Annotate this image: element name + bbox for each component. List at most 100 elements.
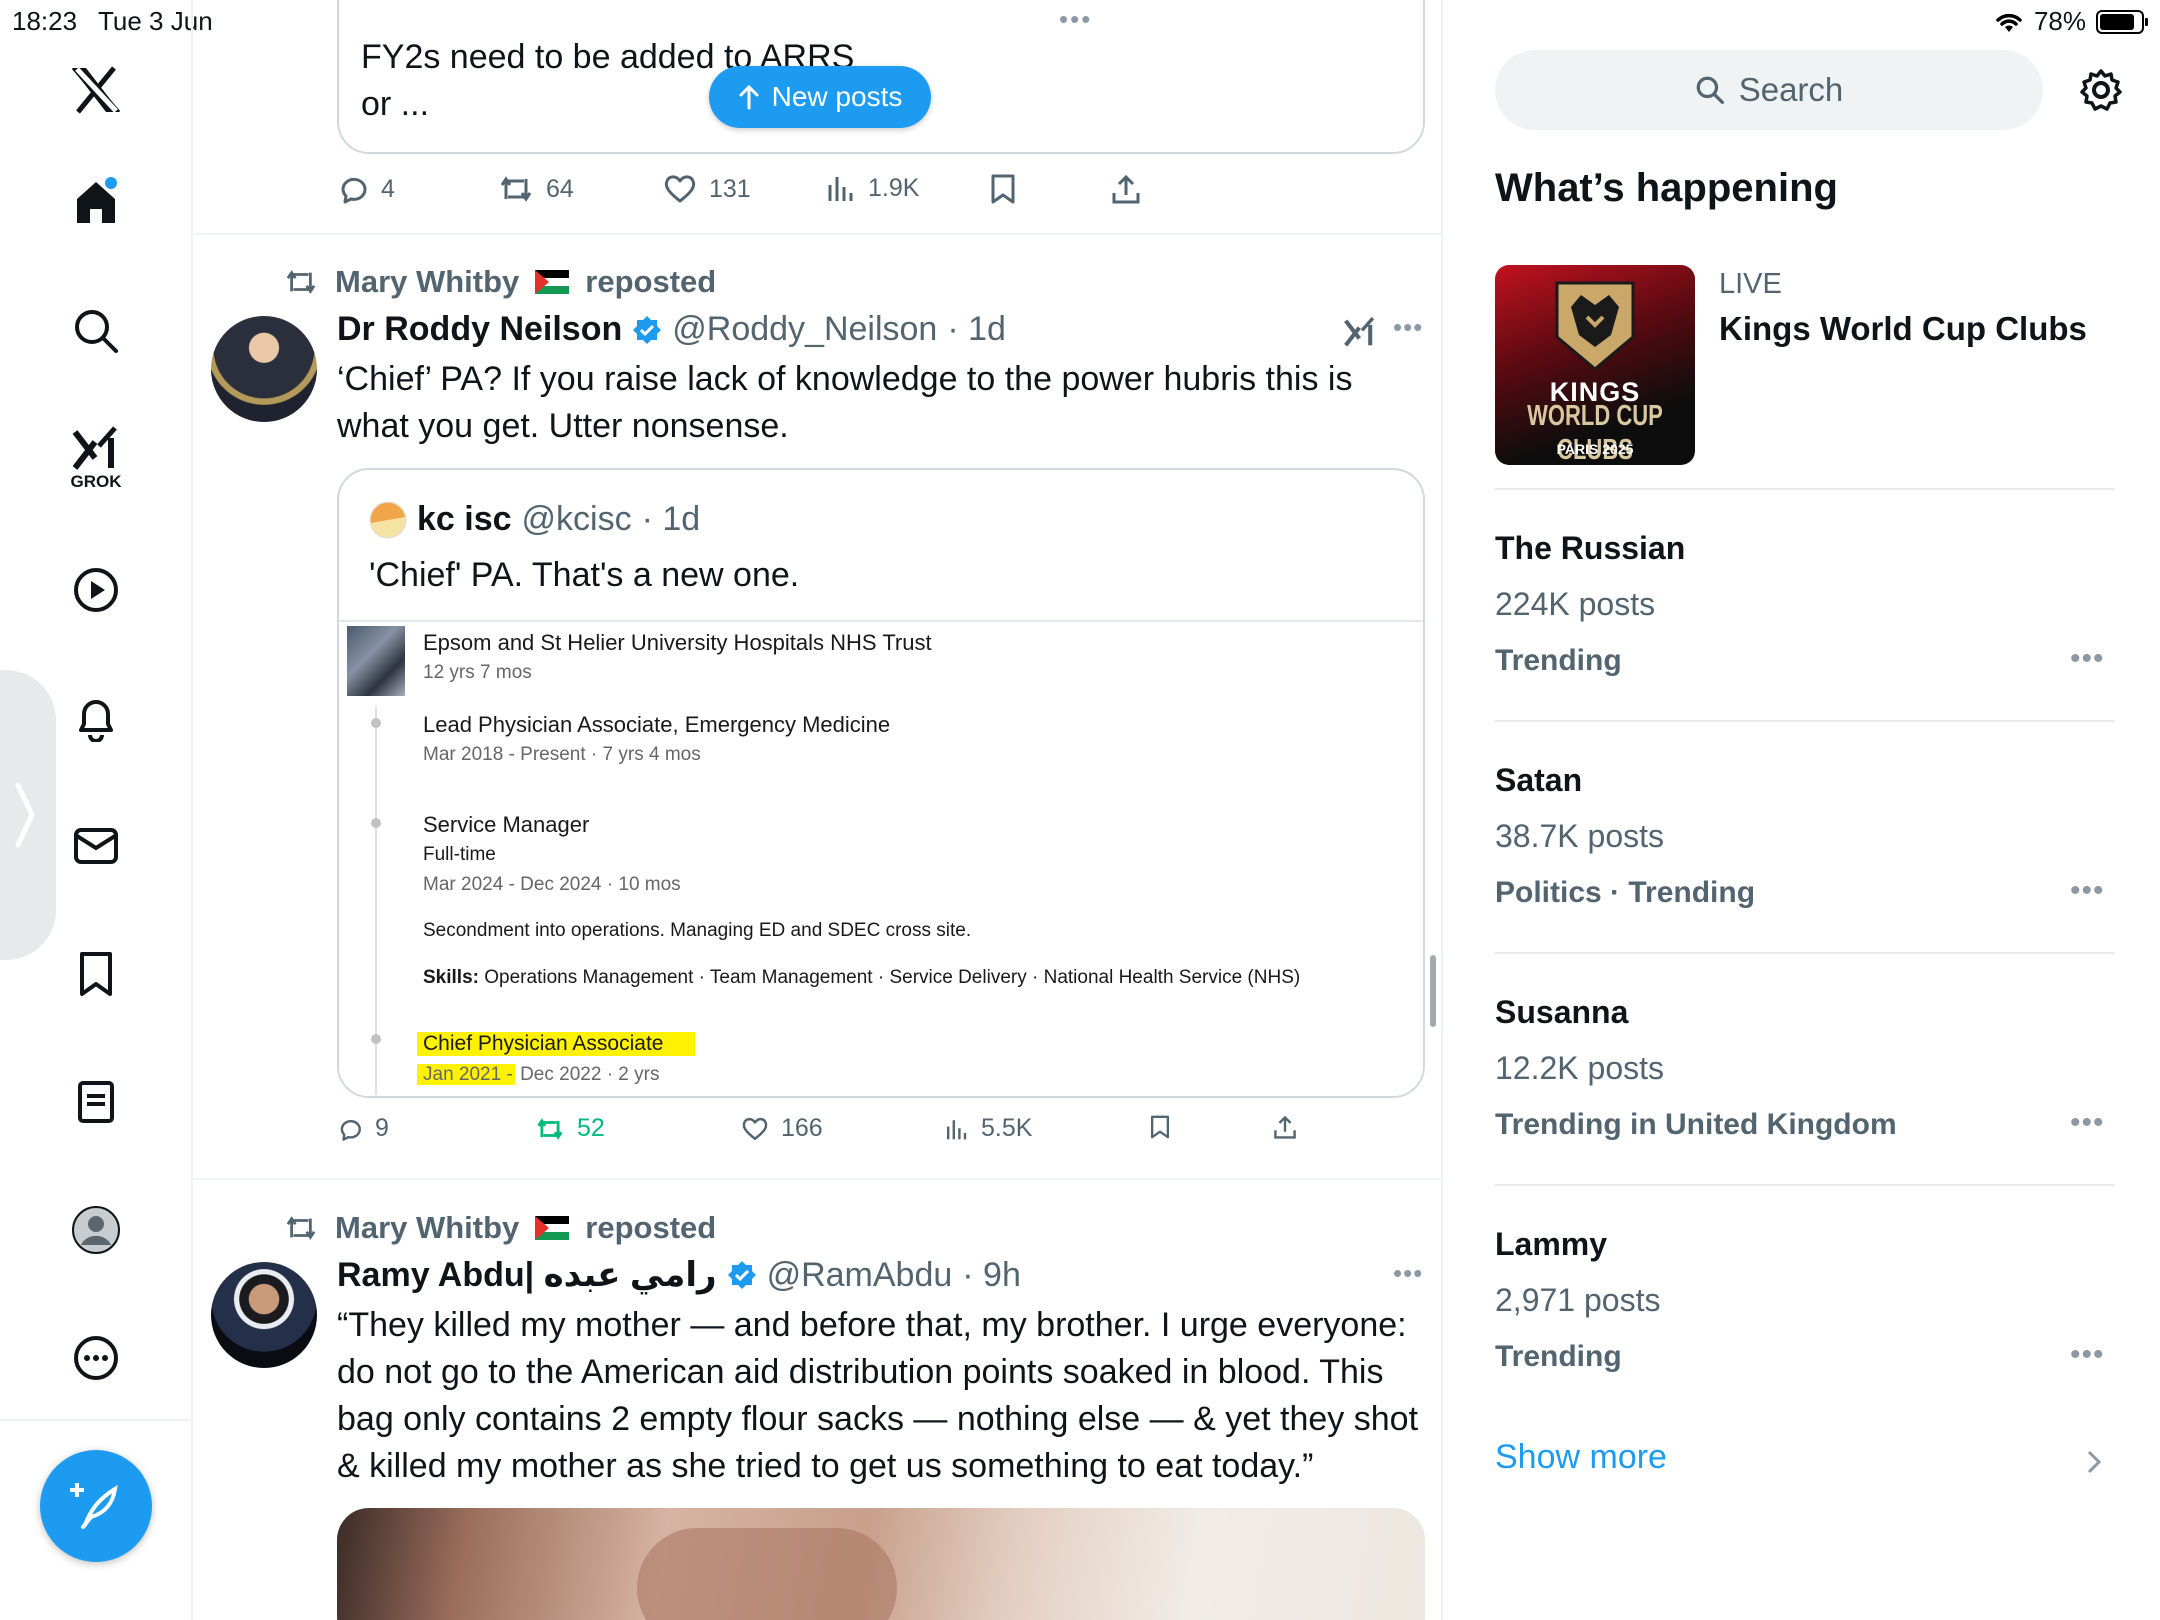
role2-title: Service Manager [423, 812, 590, 837]
trend-post-count: 38.7K posts [1495, 818, 1664, 854]
repost-button[interactable]: 64 [498, 173, 574, 205]
timeline-dot [371, 718, 381, 728]
compose-button[interactable] [40, 1450, 152, 1562]
bookmark-icon [1150, 1115, 1170, 1139]
kings-crown-logo [1555, 281, 1635, 371]
compose-icon [70, 1483, 118, 1529]
profile-icon [72, 1206, 120, 1254]
search-input[interactable]: Search [1495, 50, 2043, 130]
nav-lists[interactable] [56, 1062, 136, 1142]
like-button[interactable]: 131 [663, 173, 751, 205]
quote-image-linkedin-screenshot[interactable]: Epsom and St Helier University Hospitals… [339, 620, 1423, 1096]
share-button[interactable] [1111, 173, 1141, 205]
views-button[interactable]: 1.9K [826, 173, 919, 203]
trend-item[interactable]: Susanna 12.2K posts Trending in United K… [1495, 994, 2115, 1164]
trend-more-button[interactable]: ••• [2070, 642, 2105, 676]
author-name[interactable]: Ramy Abdu| رامي عبده [337, 1255, 717, 1295]
nav-more[interactable] [56, 1318, 136, 1398]
trend-more-button[interactable]: ••• [2070, 874, 2105, 908]
author-name[interactable]: Dr Roddy Neilson [337, 310, 622, 349]
quote-author-handle[interactable]: @kcisc [522, 500, 632, 539]
live-event-title[interactable]: Kings World Cup Clubs [1719, 310, 2087, 348]
post-menu-button[interactable]: ••• [1393, 1258, 1423, 1289]
search-icon [75, 310, 118, 353]
trend-more-button[interactable]: ••• [2070, 1106, 2105, 1140]
author-avatar[interactable] [211, 316, 317, 422]
repost-count: 52 [577, 1114, 605, 1142]
reposter-name[interactable]: Mary Whitby [335, 1210, 519, 1246]
left-navigation: GROK [0, 0, 193, 1620]
post-menu-button[interactable]: ••• [1393, 312, 1423, 343]
trend-more-button[interactable]: ••• [2070, 1338, 2105, 1372]
author-handle[interactable]: @Roddy_Neilson [672, 310, 937, 349]
bookmark-button[interactable] [1149, 1114, 1171, 1140]
trend-divider [1495, 952, 2115, 954]
quote-tweet-card[interactable]: kc isc @kcisc · 1d 'Chief' PA. That's a … [337, 468, 1425, 1098]
tweet-media-image[interactable] [337, 1508, 1425, 1620]
reply-button[interactable]: 9 [337, 1114, 389, 1143]
role2-dates: Mar 2024 - Dec 2024 · 10 mos [423, 874, 681, 895]
trend-post-count: 2,971 posts [1495, 1282, 1661, 1318]
reply-icon [341, 177, 367, 204]
trend-title: Lammy [1495, 1226, 1608, 1262]
post-menu-button[interactable]: ••• [1059, 4, 1092, 35]
repost-button[interactable]: 52 [535, 1114, 605, 1143]
settings-icon[interactable] [2079, 68, 2123, 112]
role3-title: Chief Physician Associate [417, 1032, 696, 1056]
role3-dates-rest: Dec 2022 · 2 yrs [520, 1064, 660, 1085]
repost-suffix: reposted [585, 264, 717, 299]
trend-item[interactable]: Lammy 2,971 posts Trending ••• [1495, 1226, 2115, 1396]
nav-home[interactable] [56, 162, 136, 242]
repost-icon [500, 176, 532, 202]
messages-icon [74, 828, 118, 864]
feed-scrollbar[interactable] [1430, 955, 1436, 1027]
nav-explore[interactable] [56, 291, 136, 371]
like-icon [742, 1117, 768, 1140]
grok-icon [72, 426, 117, 470]
quote-author-name[interactable]: kc isc [417, 500, 512, 539]
x-logo-icon[interactable] [56, 50, 136, 130]
trend-item[interactable]: Satan 38.7K posts Politics · Trending ••… [1495, 762, 2115, 932]
reply-icon [340, 1119, 361, 1141]
reply-count: 9 [375, 1114, 389, 1142]
bookmarks-icon [80, 952, 112, 996]
role3-dates: Jan 2021 - Dec 2022 · 2 yrs [417, 1064, 659, 1086]
role3-dates-highlight: Jan 2021 - [417, 1064, 515, 1085]
live-event-thumbnail[interactable]: KINGS WORLD CUP CLUBS PARIS 2025 [1495, 265, 1695, 465]
logo-line3: PARIS 2025 [1556, 441, 1634, 457]
share-button[interactable] [1273, 1114, 1297, 1140]
views-button[interactable]: 5.5K [945, 1114, 1032, 1143]
nav-messages[interactable] [56, 806, 136, 886]
nav-bookmarks[interactable] [56, 934, 136, 1014]
grok-icon[interactable] [1343, 314, 1377, 348]
org-tenure: 12 yrs 7 mos [423, 662, 532, 683]
nav-notifications[interactable] [56, 678, 136, 758]
trend-divider [1495, 720, 2115, 722]
role2-type: Full-time [423, 844, 496, 865]
bookmark-button[interactable] [989, 173, 1017, 205]
new-posts-button[interactable]: New posts [709, 66, 931, 128]
nav-video[interactable] [56, 550, 136, 630]
reply-button[interactable]: 4 [337, 173, 395, 205]
like-button[interactable]: 166 [741, 1114, 823, 1143]
org-name: Epsom and St Helier University Hospitals… [423, 630, 932, 655]
trend-item[interactable]: The Russian 224K posts Trending ••• [1495, 530, 2115, 700]
tweet-header: Ramy Abdu| رامي عبده @RamAbdu · 9h [337, 1255, 1021, 1295]
bookmark-icon [991, 174, 1015, 204]
views-count: 1.9K [868, 173, 920, 202]
show-more-link[interactable]: Show more [1495, 1438, 2115, 1488]
reposter-name[interactable]: Mary Whitby [335, 264, 519, 300]
home-icon [77, 177, 117, 223]
quoted-text-line2: or ... [361, 85, 430, 123]
search-placeholder: Search [1738, 71, 1844, 108]
quote-text: 'Chief' PA. That's a new one. [369, 556, 800, 594]
trend-category: Trending in United Kingdom [1495, 1108, 1897, 1141]
nav-grok[interactable]: GROK [56, 418, 136, 498]
author-handle[interactable]: @RamAbdu [767, 1256, 953, 1295]
verified-icon [633, 315, 662, 344]
hand-shape [637, 1528, 897, 1620]
nav-profile[interactable] [56, 1190, 136, 1270]
repost-context: Mary Whitby reposted [283, 264, 716, 300]
author-avatar[interactable] [211, 1262, 317, 1368]
quote-avatar [369, 501, 407, 538]
